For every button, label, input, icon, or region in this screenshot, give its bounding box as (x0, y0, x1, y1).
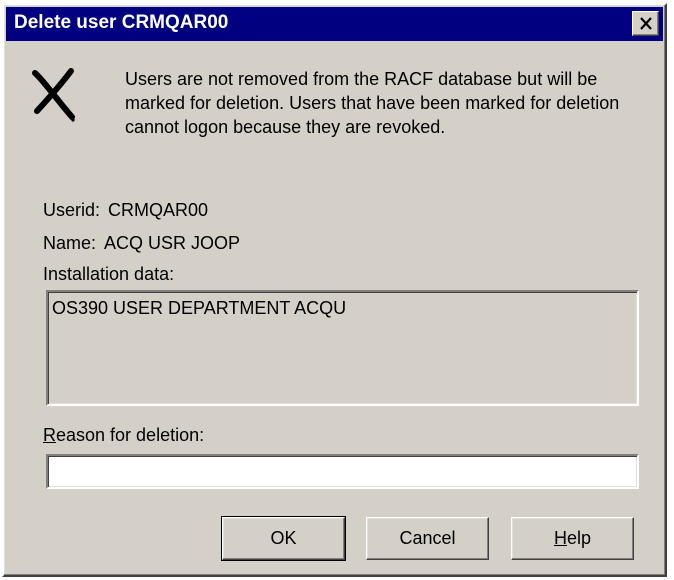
name-label: Name: (43, 233, 97, 253)
name-row: Name: ACQ USR JOOP (43, 233, 240, 254)
ok-button[interactable]: OK (221, 516, 346, 561)
reason-label-mnemonic: R (43, 425, 56, 445)
help-label-rest: elp (566, 528, 592, 548)
installation-data-label: Installation data: (43, 264, 175, 284)
name-value: ACQ USR JOOP (104, 233, 241, 253)
close-button[interactable] (632, 11, 659, 36)
userid-row: Userid: CRMQAR00 (43, 200, 208, 221)
cancel-button[interactable]: Cancel (366, 517, 489, 560)
userid-value: CRMQAR00 (108, 200, 209, 220)
title-bar[interactable]: Delete user CRMQAR00 (6, 7, 663, 41)
reason-input[interactable] (46, 454, 639, 489)
installation-data-field: OS390 USER DEPARTMENT ACQU (46, 290, 639, 406)
help-button[interactable]: Help (511, 517, 634, 560)
help-mnemonic: H (553, 528, 567, 548)
userid-label: Userid: (43, 200, 101, 220)
delete-user-dialog: Delete user CRMQAR00 Users are not remov… (2, 3, 667, 577)
reason-label: Reason for deletion: (43, 425, 204, 446)
warning-message: Users are not removed from the RACF data… (125, 69, 620, 137)
reason-label-text: eason for deletion: (56, 425, 205, 445)
close-icon (639, 17, 652, 30)
dialog-title: Delete user CRMQAR00 (14, 12, 229, 33)
delete-x-icon (32, 68, 75, 122)
